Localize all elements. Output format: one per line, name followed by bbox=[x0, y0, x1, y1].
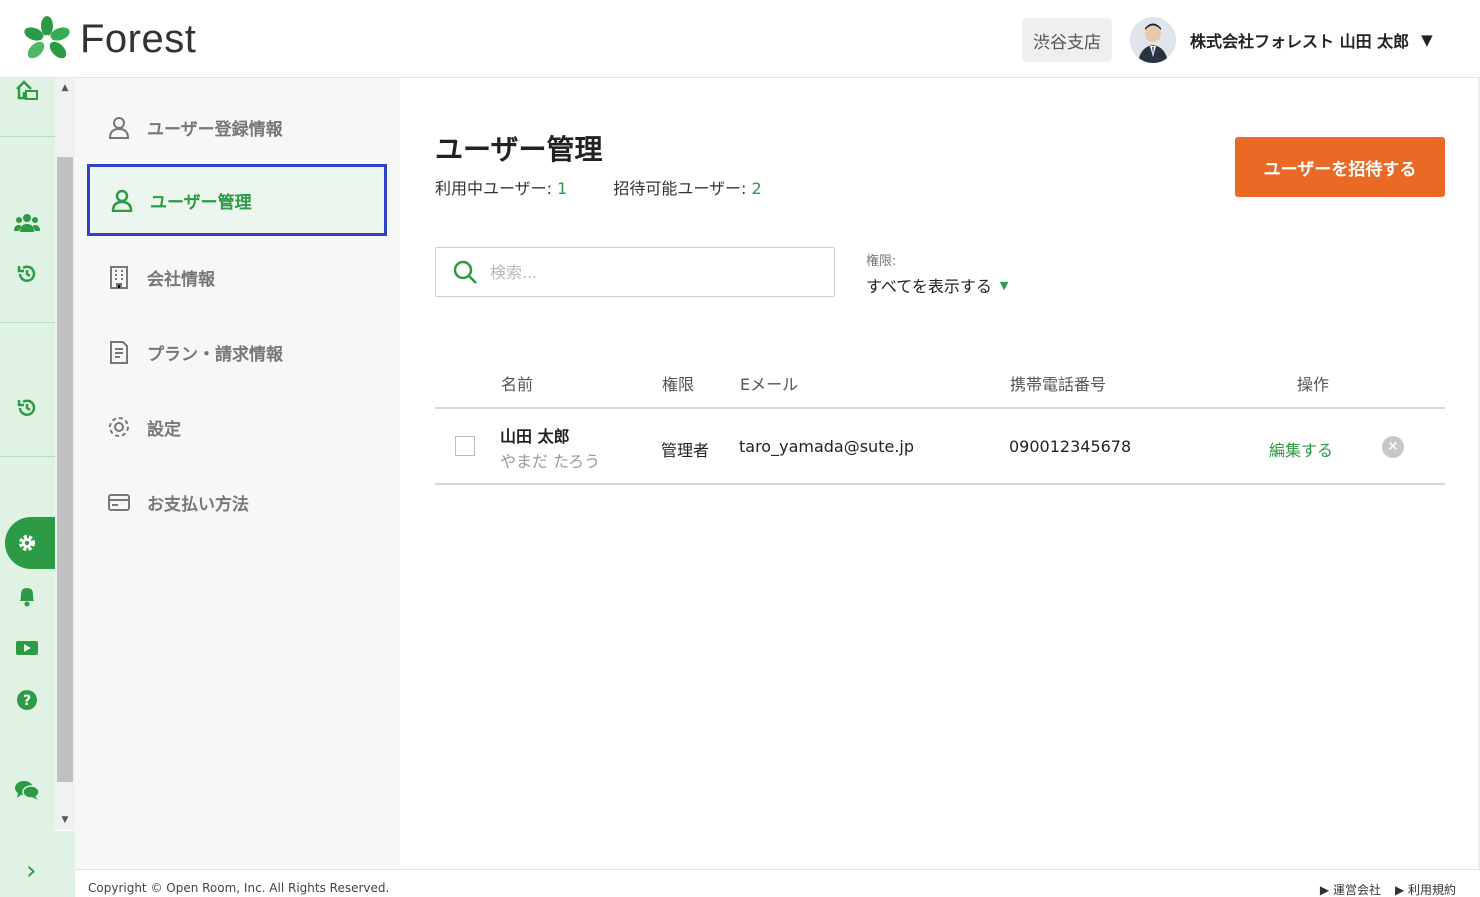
subnav-item-label: 会社情報 bbox=[147, 269, 215, 290]
subnav-item-label: ユーザー管理 bbox=[150, 192, 252, 213]
subnav-item-plan-billing[interactable]: プラン・請求情報 bbox=[87, 317, 387, 387]
column-header-actions: 操作 bbox=[1297, 375, 1330, 394]
invitable-users-label: 招待可能ユーザー: bbox=[613, 179, 752, 198]
user-stats: 利用中ユーザー: 1 招待可能ユーザー: 2 bbox=[435, 175, 762, 199]
avatar bbox=[1130, 17, 1176, 63]
home-icon[interactable] bbox=[14, 77, 40, 103]
expand-sidebar-button[interactable]: › bbox=[26, 857, 50, 885]
video-icon[interactable] bbox=[14, 635, 40, 661]
user-menu[interactable]: 株式会社フォレスト 山田 太郎 ▼ bbox=[1130, 16, 1433, 64]
icon-rail bbox=[0, 78, 55, 897]
column-header-email[interactable]: Eメール bbox=[740, 371, 798, 395]
branch-selector[interactable]: 渋谷支店 bbox=[1022, 18, 1112, 62]
copyright-text: Copyright © Open Room, Inc. All Rights R… bbox=[88, 881, 390, 895]
table-header: 名前 権限 Eメール 携帯電話番号 操作 bbox=[435, 363, 1445, 409]
rail-divider bbox=[0, 322, 55, 323]
scrollbar-thumb[interactable] bbox=[57, 157, 73, 782]
role-filter-value: すべてを表示する bbox=[866, 277, 992, 296]
avatar-image bbox=[1130, 17, 1176, 63]
subnav-item-label: ユーザー登録情報 bbox=[147, 119, 283, 140]
invitable-users-stat: 招待可能ユーザー: 2 bbox=[613, 175, 761, 199]
subnav-item-label: プラン・請求情報 bbox=[147, 344, 283, 365]
chat-icon[interactable] bbox=[14, 777, 40, 803]
settings-subnav: ユーザー登録情報 ユーザー管理 会社情報 プラン・請求情報 設定 お支払い方法 bbox=[75, 78, 400, 869]
search-box[interactable] bbox=[435, 247, 835, 297]
edit-user-link[interactable]: 編集する bbox=[1269, 437, 1333, 461]
logo-text: Forest bbox=[80, 16, 197, 61]
role-filter-label: 権限: bbox=[866, 254, 897, 269]
credit-card-icon bbox=[108, 494, 130, 511]
active-users-stat: 利用中ユーザー: 1 bbox=[435, 175, 567, 199]
page-title: ユーザー管理 bbox=[435, 133, 603, 166]
footer-link-terms[interactable]: ▶ 利用規約 bbox=[1395, 881, 1456, 897]
bell-icon[interactable] bbox=[14, 583, 40, 609]
search-icon bbox=[453, 260, 477, 284]
chevron-down-icon: ▼ bbox=[1421, 31, 1433, 49]
subnav-item-user-management[interactable]: ユーザー管理 bbox=[87, 164, 387, 236]
footer-link-company[interactable]: ▶ 運営会社 bbox=[1320, 881, 1381, 897]
users-icon[interactable] bbox=[14, 210, 40, 236]
user-phone-cell: 090012345678 bbox=[1009, 437, 1132, 456]
table-row: 山田 太郎 やまだ たろう 管理者 taro_yamada@sute.jp 09… bbox=[435, 409, 1445, 485]
subnav-item-payment-method[interactable]: お支払い方法 bbox=[87, 467, 387, 537]
history-icon[interactable] bbox=[14, 261, 40, 287]
user-name: 株式会社フォレスト 山田 太郎 bbox=[1190, 32, 1410, 51]
app-page: Forest 渋谷支店 株式会社フォレスト 山田 太郎 ▼ ? ▲ ▼ › ユー… bbox=[0, 0, 1480, 897]
column-header-phone[interactable]: 携帯電話番号 bbox=[1010, 371, 1106, 395]
forest-logo[interactable]: Forest bbox=[22, 14, 196, 64]
leaf-logo-icon bbox=[24, 16, 70, 59]
invoice-icon bbox=[110, 341, 128, 364]
rail-divider bbox=[0, 136, 55, 137]
role-filter-select[interactable]: すべてを表示する ▼ bbox=[866, 273, 1008, 297]
settings-icon[interactable] bbox=[14, 530, 40, 556]
column-header-name[interactable]: 名前 bbox=[501, 371, 533, 395]
footer-links: ▶ 運営会社 ▶ 利用規約 bbox=[1306, 881, 1456, 897]
building-icon bbox=[110, 266, 128, 289]
row-checkbox[interactable] bbox=[455, 436, 475, 456]
search-input[interactable] bbox=[490, 262, 810, 282]
user-role-cell: 管理者 bbox=[661, 441, 710, 460]
delete-user-button[interactable]: × bbox=[1382, 436, 1404, 458]
main-content: ユーザー管理 利用中ユーザー: 1 招待可能ユーザー: 2 ユーザーを招待する … bbox=[400, 78, 1480, 869]
active-users-count: 1 bbox=[557, 179, 568, 198]
scroll-down-arrow-icon[interactable]: ▼ bbox=[57, 812, 73, 828]
footer: Copyright © Open Room, Inc. All Rights R… bbox=[75, 869, 1480, 897]
subnav-item-settings[interactable]: 設定 bbox=[87, 392, 387, 462]
gear-icon bbox=[109, 417, 129, 437]
rail-divider bbox=[0, 456, 55, 457]
subnav-item-label: お支払い方法 bbox=[147, 494, 249, 515]
subnav-item-label: 設定 bbox=[147, 419, 181, 440]
subnav-item-company-info[interactable]: 会社情報 bbox=[87, 242, 387, 312]
user-icon bbox=[108, 117, 130, 139]
top-header: Forest 渋谷支店 株式会社フォレスト 山田 太郎 ▼ bbox=[0, 0, 1480, 78]
active-users-label: 利用中ユーザー: bbox=[435, 179, 558, 198]
user-icon bbox=[111, 189, 133, 212]
caret-down-icon: ▼ bbox=[999, 278, 1009, 292]
invite-user-button[interactable]: ユーザーを招待する bbox=[1235, 137, 1445, 197]
subnav-item-user-registration[interactable]: ユーザー登録情報 bbox=[87, 92, 387, 162]
user-name-cell: 山田 太郎 bbox=[500, 427, 570, 446]
column-header-role[interactable]: 権限 bbox=[662, 371, 694, 395]
user-email-cell: taro_yamada@sute.jp bbox=[739, 437, 914, 456]
invitable-users-count: 2 bbox=[751, 179, 762, 198]
scroll-up-arrow-icon[interactable]: ▲ bbox=[57, 80, 73, 96]
svg-text:?: ? bbox=[23, 693, 31, 709]
user-kana-cell: やまだ たろう bbox=[500, 452, 601, 471]
history-icon[interactable] bbox=[14, 395, 40, 421]
help-icon[interactable]: ? bbox=[14, 687, 40, 713]
